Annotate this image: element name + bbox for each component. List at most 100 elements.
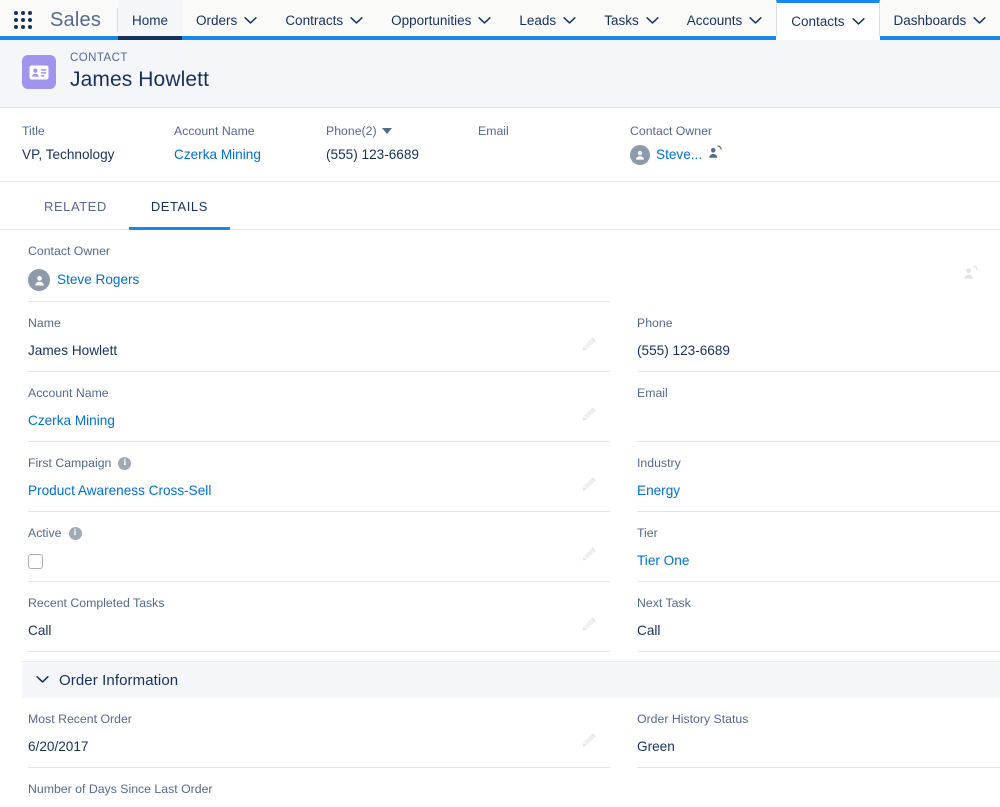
highlight-field-email: Email bbox=[478, 122, 630, 165]
highlight-value-text: (555) 123-6689 bbox=[326, 147, 419, 162]
field-label-text: Account Name bbox=[28, 386, 109, 400]
field-recent-completed-tasks: Recent Completed Tasks Call bbox=[0, 582, 618, 652]
field-account-name: Account Name Czerka Mining bbox=[0, 372, 618, 442]
info-icon[interactable]: i bbox=[68, 527, 82, 540]
highlight-value-link[interactable]: Czerka Mining bbox=[174, 145, 261, 165]
page-title: James Howlett bbox=[70, 68, 210, 91]
change-owner-icon[interactable] bbox=[708, 145, 722, 165]
nav-item-accounts[interactable]: Accounts bbox=[673, 0, 777, 40]
field-label-text: Number of Days Since Last Order bbox=[28, 782, 213, 796]
record-tabs: RELATED DETAILS bbox=[0, 182, 1000, 230]
detail-row: First Campaign i Product Awareness Cross-S… bbox=[0, 442, 1000, 512]
field-value: Call bbox=[28, 621, 618, 641]
field-value: 6/20/2017 bbox=[28, 737, 618, 757]
record-title-block: CONTACT James Howlett bbox=[70, 50, 209, 93]
field-label-text: Order History Status bbox=[637, 712, 749, 726]
nav-item-label: Home bbox=[132, 12, 169, 28]
field-value-text: 6/20/2017 bbox=[28, 739, 89, 754]
record-header: CONTACT James Howlett bbox=[0, 40, 1000, 108]
field-label: Tier bbox=[637, 525, 1000, 542]
detail-row: Most Recent Order 6/20/2017 Order History … bbox=[0, 698, 1000, 768]
edit-pencil-icon[interactable] bbox=[581, 617, 596, 637]
highlight-label: Email bbox=[478, 122, 620, 140]
field-most-recent-order: Most Recent Order 6/20/2017 bbox=[0, 698, 618, 768]
field-active: Active i bbox=[0, 512, 618, 582]
field-value-link[interactable]: Product Awareness Cross-Sell bbox=[28, 481, 211, 501]
field-label-text: Tier bbox=[637, 526, 658, 540]
chevron-down-icon[interactable] bbox=[563, 16, 576, 25]
active-checkbox[interactable] bbox=[28, 553, 43, 569]
nav-item-contacts[interactable]: Contacts bbox=[776, 0, 880, 40]
field-label: Phone bbox=[637, 315, 1000, 332]
chevron-down-icon[interactable] bbox=[749, 16, 762, 25]
chevron-down-icon[interactable] bbox=[646, 16, 659, 25]
field-label-text: Phone bbox=[637, 316, 673, 330]
edit-pencil-icon[interactable] bbox=[581, 337, 596, 357]
tab-label: RELATED bbox=[44, 198, 107, 214]
nav-item-leads[interactable]: Leads bbox=[505, 0, 590, 40]
field-value bbox=[28, 551, 618, 571]
app-name-label[interactable]: Sales bbox=[46, 0, 117, 40]
highlight-label-text: Phone(2) bbox=[326, 124, 377, 138]
highlight-field-phone: Phone(2) (555) 123-6689 bbox=[326, 122, 478, 165]
info-icon[interactable]: i bbox=[118, 457, 132, 470]
field-label: First Campaign i bbox=[28, 455, 618, 472]
app-launcher-waffle-icon[interactable] bbox=[0, 0, 46, 40]
highlight-label: Title bbox=[22, 122, 164, 140]
nav-item-tasks[interactable]: Tasks bbox=[590, 0, 673, 40]
field-label-text: Name bbox=[28, 316, 61, 330]
field-label: Account Name bbox=[28, 385, 618, 402]
phone-dropdown-caret-icon[interactable] bbox=[381, 128, 392, 134]
field-label: Industry bbox=[637, 455, 1000, 472]
edit-pencil-icon[interactable] bbox=[581, 407, 596, 427]
nav-item-dashboards[interactable]: Dashboards bbox=[880, 0, 1000, 40]
nav-item-orders[interactable]: Orders bbox=[182, 0, 271, 40]
nav-item-contracts[interactable]: Contracts bbox=[271, 0, 377, 40]
nav-item-opportunities[interactable]: Opportunities bbox=[377, 0, 505, 40]
nav-item-label: Dashboards bbox=[893, 12, 967, 28]
tab-related[interactable]: RELATED bbox=[22, 182, 129, 230]
field-value: Product Awareness Cross-Sell bbox=[28, 481, 618, 501]
field-label: Next Task bbox=[637, 595, 1000, 612]
section-header-order-information[interactable]: Order Information bbox=[22, 661, 1000, 698]
field-value-link[interactable]: Tier One bbox=[637, 551, 689, 571]
field-value: Energy bbox=[637, 481, 1000, 501]
contact-owner-link[interactable]: Steve Rogers bbox=[57, 270, 139, 290]
field-value: Steve Rogers bbox=[28, 269, 1000, 291]
field-value-text: Call bbox=[28, 623, 52, 638]
chevron-down-icon[interactable] bbox=[973, 16, 986, 25]
field-contact-owner: Contact Owner Steve Rogers bbox=[0, 230, 1000, 302]
global-navigation-bar: Sales Home Orders Contracts Opportunities Le… bbox=[0, 0, 1000, 40]
nav-item-home[interactable]: Home bbox=[118, 0, 183, 40]
chevron-down-icon[interactable] bbox=[36, 671, 49, 689]
field-value-link[interactable]: Energy bbox=[637, 481, 680, 501]
highlight-field-account-name: Account Name Czerka Mining bbox=[174, 122, 326, 165]
chevron-down-icon[interactable] bbox=[244, 16, 257, 25]
chevron-down-icon[interactable] bbox=[478, 16, 492, 25]
tab-details[interactable]: DETAILS bbox=[128, 182, 231, 230]
field-label: Number of Days Since Last Order bbox=[28, 781, 1000, 798]
field-next-task: Next Task Call bbox=[618, 582, 1000, 652]
field-order-history-status: Order History Status Green bbox=[618, 698, 1000, 768]
chevron-down-icon[interactable] bbox=[350, 16, 363, 25]
nav-item-label: Contracts bbox=[285, 12, 344, 28]
field-value: Green bbox=[637, 737, 1000, 757]
avatar bbox=[630, 145, 650, 165]
chevron-down-icon[interactable] bbox=[851, 17, 865, 26]
contact-owner-link[interactable]: Steve... bbox=[656, 145, 702, 165]
field-value: James Howlett bbox=[28, 341, 618, 361]
change-owner-icon[interactable] bbox=[963, 265, 978, 285]
detail-row: Account Name Czerka Mining Email bbox=[0, 372, 1000, 442]
edit-pencil-icon[interactable] bbox=[581, 477, 596, 497]
field-value-link[interactable]: Czerka Mining bbox=[28, 411, 115, 431]
edit-pencil-icon[interactable] bbox=[581, 733, 596, 753]
highlight-label-text: Email bbox=[478, 124, 509, 138]
highlight-label-text: Account Name bbox=[174, 124, 255, 138]
highlight-label-text: Contact Owner bbox=[630, 124, 713, 138]
field-label-text: Industry bbox=[637, 456, 681, 470]
edit-pencil-icon[interactable] bbox=[581, 547, 596, 567]
highlight-label: Contact Owner bbox=[630, 122, 820, 140]
highlight-value: (555) 123-6689 bbox=[326, 145, 468, 165]
field-value-text: Call bbox=[637, 623, 661, 638]
avatar bbox=[28, 269, 50, 291]
